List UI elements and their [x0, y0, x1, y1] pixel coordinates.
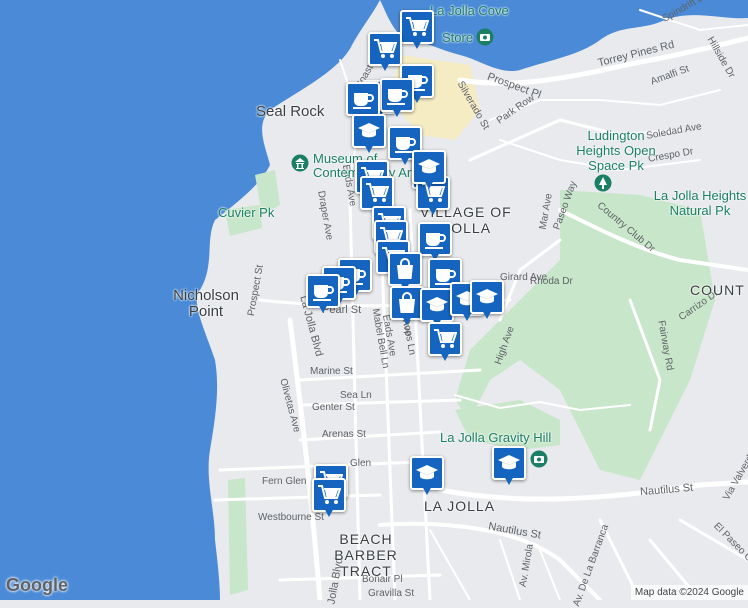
- place-label: Cuvier Pk: [218, 205, 275, 220]
- camera-icon[interactable]: [476, 28, 494, 46]
- marker-pointer: [400, 156, 410, 165]
- cart-icon: [312, 478, 346, 512]
- shopping-bag-icon: [388, 252, 422, 286]
- school-icon: [352, 114, 386, 148]
- area-label: BEACH BARBER TRACT: [334, 531, 398, 579]
- school-icon: [470, 280, 504, 314]
- museum-icon[interactable]: [291, 154, 309, 172]
- marker-pointer: [412, 40, 422, 49]
- map-marker-school[interactable]: [352, 114, 386, 156]
- marker-pointer: [380, 62, 390, 71]
- street-label: Glen: [350, 458, 372, 469]
- marker-pointer: [392, 108, 402, 117]
- map-marker-cart[interactable]: [312, 478, 346, 520]
- street-label: Genter St: [312, 402, 355, 413]
- school-icon: [410, 456, 444, 490]
- school-icon: [492, 446, 526, 480]
- marker-pointer: [504, 476, 514, 485]
- street-label: Rhoda Dr: [530, 276, 573, 287]
- street-label: Fern Glen: [262, 476, 307, 487]
- place-label: Nicholson Point: [173, 287, 239, 320]
- camera-icon[interactable]: [530, 450, 548, 468]
- map-marker-school[interactable]: [470, 280, 504, 322]
- poi-label[interactable]: Store: [442, 30, 473, 45]
- poi-label[interactable]: La Jolla Cove: [430, 3, 509, 18]
- map-marker-school[interactable]: [492, 446, 526, 488]
- cart-icon: [360, 176, 394, 210]
- map-marker-coffee[interactable]: [306, 274, 340, 316]
- marker-pointer: [324, 508, 334, 517]
- area-label: LA JOLLA: [424, 498, 496, 514]
- street-label: Marine St: [310, 366, 353, 377]
- marker-pointer: [402, 316, 412, 325]
- marker-pointer: [364, 144, 374, 153]
- map-marker-cart[interactable]: [368, 32, 402, 74]
- google-logo: Google: [6, 575, 68, 595]
- marker-pointer: [428, 206, 438, 215]
- marker-pointer: [482, 310, 492, 319]
- cart-icon: [400, 10, 434, 44]
- map-marker-cart[interactable]: [428, 322, 462, 364]
- coffee-icon: [346, 82, 380, 116]
- poi-label[interactable]: Ludington Heights Open Space Pk: [566, 128, 666, 173]
- park-strip: [228, 478, 248, 595]
- coffee-icon: [418, 222, 452, 256]
- place-label: Seal Rock: [256, 103, 325, 120]
- marker-pointer: [440, 352, 450, 361]
- school-icon: [412, 150, 446, 184]
- map-marker-school[interactable]: [410, 456, 444, 498]
- street-label: Sea Ln: [340, 390, 372, 401]
- area-label: COUNT: [690, 282, 745, 298]
- street-label: Gravilla St: [368, 588, 415, 599]
- marker-pointer: [422, 486, 432, 495]
- coffee-icon: [306, 274, 340, 308]
- poi-label[interactable]: La Jolla Gravity Hill: [440, 430, 551, 445]
- park-icon[interactable]: [594, 174, 612, 192]
- map-attribution[interactable]: Map data ©2024 Google: [630, 585, 748, 600]
- map-marker-school[interactable]: [412, 150, 446, 192]
- cart-icon: [428, 322, 462, 356]
- marker-pointer: [424, 180, 434, 189]
- marker-pointer: [318, 304, 328, 313]
- poi-label[interactable]: La Jolla Heights Natural Pk: [650, 188, 748, 218]
- cart-icon: [368, 32, 402, 66]
- coffee-icon: [380, 78, 414, 112]
- street-label: Arenas St: [322, 429, 366, 440]
- shopping-bag-icon: [390, 286, 424, 320]
- map-marker-bag[interactable]: [390, 286, 424, 328]
- school-icon: [420, 288, 454, 322]
- map-marker-cart[interactable]: [400, 10, 434, 52]
